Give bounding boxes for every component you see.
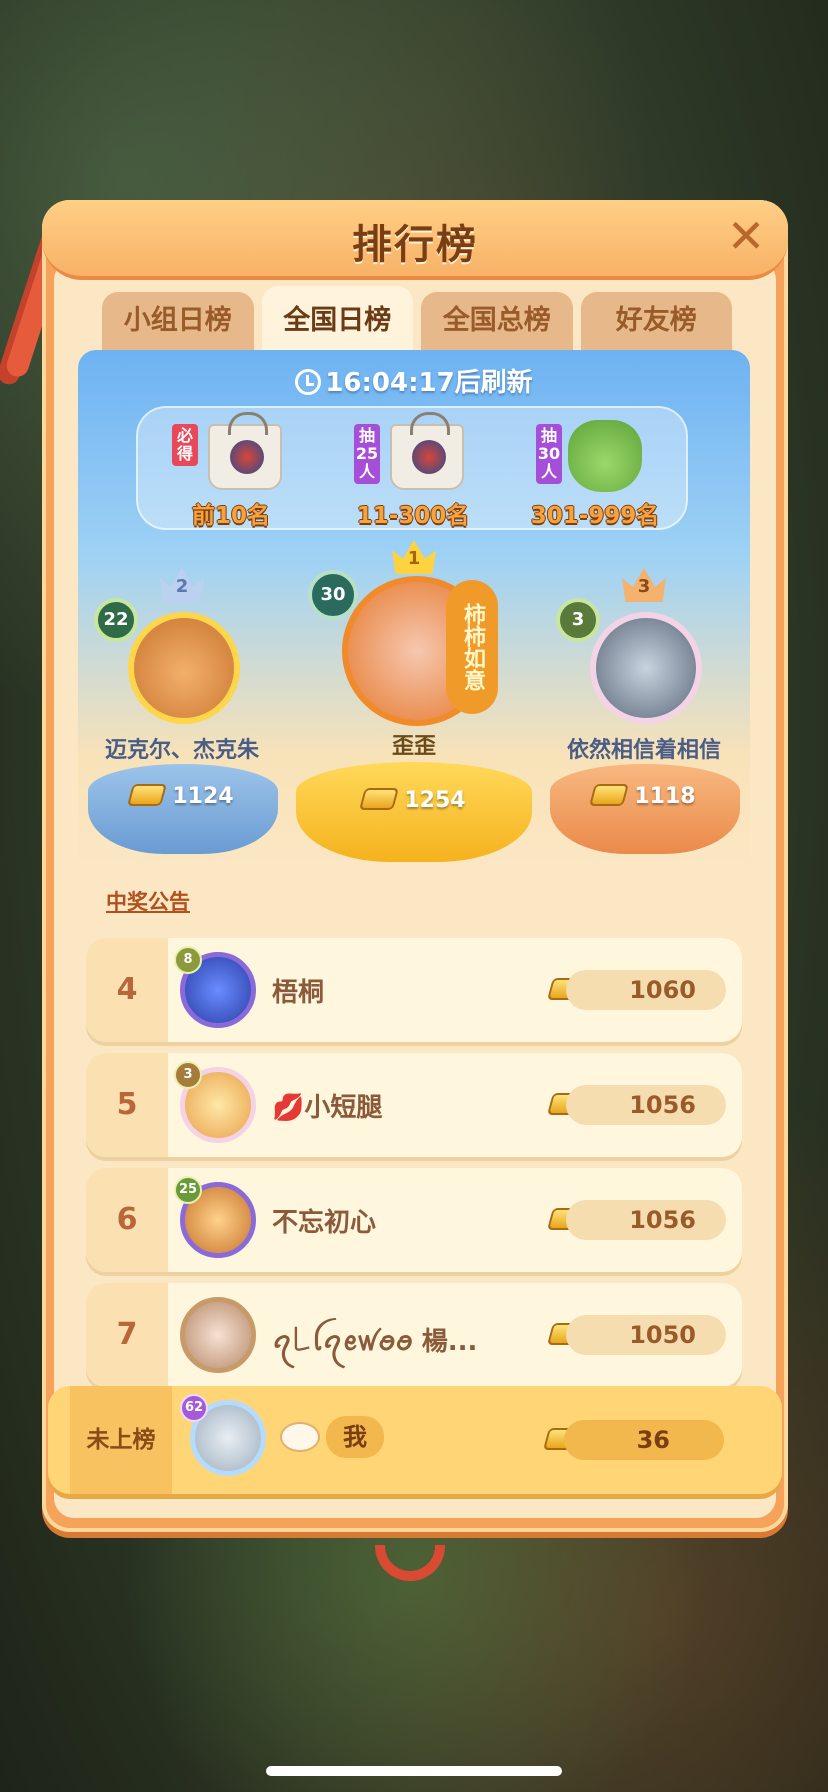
rank-status: 未上榜 — [70, 1386, 172, 1494]
prize-301-999[interactable]: 抽30人 301-999名 — [510, 418, 680, 529]
level-badge: 8 — [174, 946, 202, 974]
player-name: 迈克尔、杰克朱 — [104, 738, 259, 763]
gift-bag-icon — [390, 412, 464, 490]
player-name: 梧桐 — [272, 978, 325, 1008]
level-badge: 3 — [174, 1061, 202, 1089]
refresh-timer: 16:04:17后刷新 — [78, 362, 750, 399]
avatar[interactable] — [180, 1297, 256, 1373]
gold-ingot-icon — [359, 788, 400, 810]
gold-ingot-icon — [127, 784, 168, 806]
clock-icon — [295, 369, 322, 395]
prize-tag: 抽25人 — [354, 424, 380, 484]
level-badge: 3 — [556, 598, 600, 642]
bunny-icon — [280, 1422, 320, 1452]
player-score: 1050 — [566, 1315, 726, 1355]
player-score: 1056 — [566, 1200, 726, 1240]
podium-first[interactable]: 1 30 柿柿如意 歪歪 1254 — [296, 540, 532, 870]
tab-friends[interactable]: 好友榜 — [580, 292, 732, 350]
player-name: 💋小短腿 — [272, 1093, 383, 1123]
ranking-list: 4 8 梧桐 1060 5 3 💋小短腿 1056 6 25 不忘初心 1056… — [86, 938, 742, 1398]
frog-toy-icon — [568, 420, 642, 492]
my-rank-row[interactable]: 未上榜 62 我 36 — [48, 1386, 782, 1494]
podium-base — [550, 764, 740, 854]
level-badge: 22 — [94, 598, 138, 642]
podium-second[interactable]: 2 22 迈克尔、杰克朱 1124 — [84, 568, 280, 868]
prize-label: 11-300名 — [356, 503, 470, 529]
tab-national-daily[interactable]: 全国日榜 — [261, 286, 413, 350]
podium-third[interactable]: 3 3 依然相信着相信 1118 — [546, 568, 742, 868]
rank-number: 4 — [86, 938, 168, 1042]
player-name: 我 — [326, 1416, 384, 1458]
level-badge: 25 — [174, 1176, 202, 1204]
prize-label: 301-999名 — [530, 503, 660, 529]
gift-bag-icon — [208, 412, 282, 490]
rank-number: 6 — [86, 1168, 168, 1272]
player-score: 36 — [564, 1420, 724, 1460]
player-name: ꪖ꒒ꪶꪖꫀꪝꪮꪮ 楊... — [272, 1327, 478, 1357]
level-badge: 62 — [180, 1394, 208, 1422]
page-title: 排行榜 — [352, 222, 478, 268]
home-indicator[interactable] — [266, 1766, 562, 1776]
award-notice-link[interactable]: 中奖公告 — [106, 886, 190, 916]
player-score: 1060 — [566, 970, 726, 1010]
table-row[interactable]: 5 3 💋小短腿 1056 — [86, 1053, 742, 1157]
player-name: 歪歪 — [391, 734, 436, 759]
prize-banner[interactable]: 必得 前10名 抽25人 11-300名 抽30人 301-999名 — [136, 406, 688, 530]
player-score: 1056 — [566, 1085, 726, 1125]
panel-header: 排行榜 ✕ — [42, 200, 788, 280]
player-name: 依然相信着相信 — [566, 738, 721, 763]
leaderboard-panel: 排行榜 ✕ 小组日榜 全国日榜 全国总榜 好友榜 16:04:17后刷新 必得 … — [42, 200, 788, 1532]
player-score: 1254 — [296, 788, 532, 813]
tab-national-total[interactable]: 全国总榜 — [421, 292, 573, 350]
refresh-text: 16:04:17后刷新 — [325, 368, 533, 398]
table-row[interactable]: 7 ꪖ꒒ꪶꪖꫀꪝꪮꪮ 楊... 1050 — [86, 1283, 742, 1387]
podium-area: 16:04:17后刷新 必得 前10名 抽25人 11-300名 抽30人 30… — [78, 350, 750, 870]
crown-icon: 2 — [160, 568, 204, 602]
rank-number: 7 — [86, 1283, 168, 1387]
prize-11-300[interactable]: 抽25人 11-300名 — [328, 412, 498, 529]
player-score: 1124 — [84, 784, 280, 809]
crown-icon: 1 — [392, 540, 436, 574]
podium-base — [88, 764, 278, 854]
rank-number: 5 — [86, 1053, 168, 1157]
prize-top10[interactable]: 必得 前10名 — [146, 412, 316, 529]
prize-label: 前10名 — [191, 503, 270, 529]
prize-tag: 必得 — [172, 424, 198, 466]
table-row[interactable]: 4 8 梧桐 1060 — [86, 938, 742, 1042]
avatar[interactable] — [590, 612, 702, 724]
tab-group-daily[interactable]: 小组日榜 — [102, 292, 254, 350]
tab-bar: 小组日榜 全国日榜 全国总榜 好友榜 — [102, 286, 732, 350]
close-icon[interactable]: ✕ — [722, 212, 770, 260]
player-name: 不忘初心 — [272, 1208, 377, 1238]
crown-icon: 3 — [622, 568, 666, 602]
avatar[interactable] — [128, 612, 240, 724]
table-row[interactable]: 6 25 不忘初心 1056 — [86, 1168, 742, 1272]
level-badge: 30 — [308, 570, 358, 620]
gold-ingot-icon — [589, 784, 630, 806]
prize-tag: 抽30人 — [536, 424, 562, 484]
player-score: 1118 — [546, 784, 742, 809]
frame-banner: 柿柿如意 — [446, 580, 498, 714]
